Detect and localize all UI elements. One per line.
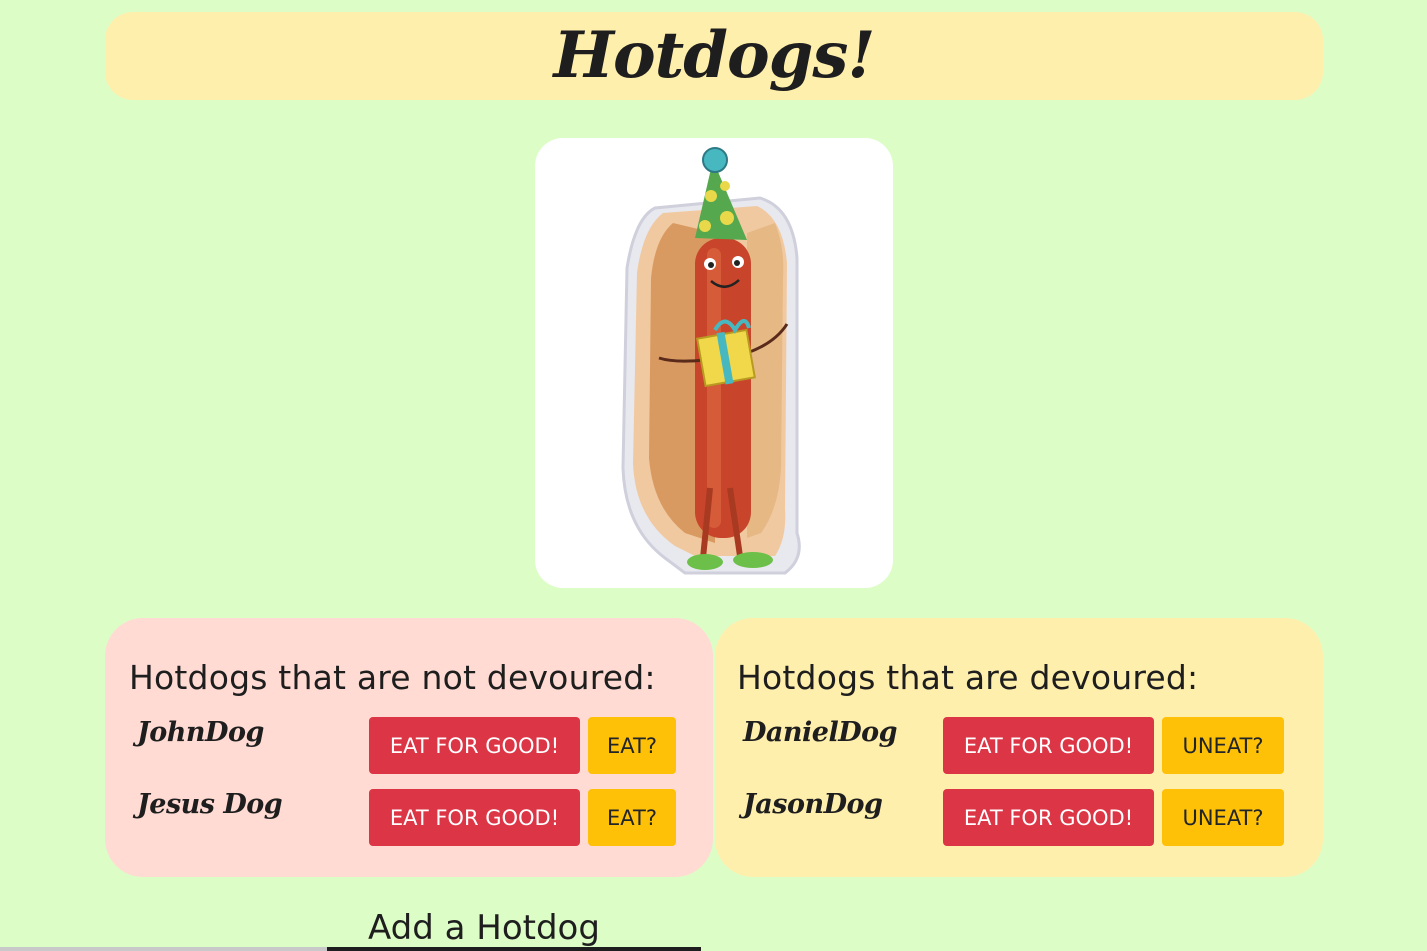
eat-for-good-button[interactable]: EAT FOR GOOD! (369, 789, 580, 846)
hotdog-name: Jesus Dog (137, 789, 283, 820)
devoured-heading: Hotdogs that are devoured: (737, 658, 1199, 697)
list-item: Jesus Dog EAT FOR GOOD! EAT? (105, 789, 713, 847)
eat-for-good-button[interactable]: EAT FOR GOOD! (943, 717, 1154, 774)
list-item: JohnDog EAT FOR GOOD! EAT? (105, 717, 713, 775)
page-title: Hotdogs! (553, 18, 875, 93)
hotdog-name: JasonDog (743, 789, 883, 820)
uneat-button[interactable]: UNEAT? (1162, 789, 1284, 846)
devoured-panel: Hotdogs that are devoured: DanielDog EAT… (715, 618, 1323, 877)
add-hotdog-title: Add a Hotdog (368, 908, 600, 948)
hotdog-image-card (535, 138, 893, 588)
not-devoured-heading: Hotdogs that are not devoured: (129, 658, 656, 697)
eat-button[interactable]: EAT? (588, 789, 676, 846)
not-devoured-panel: Hotdogs that are not devoured: JohnDog E… (105, 618, 713, 877)
list-item: DanielDog EAT FOR GOOD! UNEAT? (715, 717, 1323, 775)
eat-button[interactable]: EAT? (588, 717, 676, 774)
add-hotdog-underline (327, 947, 701, 951)
eat-for-good-button[interactable]: EAT FOR GOOD! (369, 717, 580, 774)
hotdog-name: JohnDog (137, 717, 264, 748)
list-item: JasonDog EAT FOR GOOD! UNEAT? (715, 789, 1323, 847)
page-header: Hotdogs! (105, 12, 1323, 100)
uneat-button[interactable]: UNEAT? (1162, 717, 1284, 774)
hotdog-illustration (621, 147, 801, 575)
divider (0, 947, 327, 951)
eat-for-good-button[interactable]: EAT FOR GOOD! (943, 789, 1154, 846)
hotdog-name: DanielDog (743, 717, 898, 748)
